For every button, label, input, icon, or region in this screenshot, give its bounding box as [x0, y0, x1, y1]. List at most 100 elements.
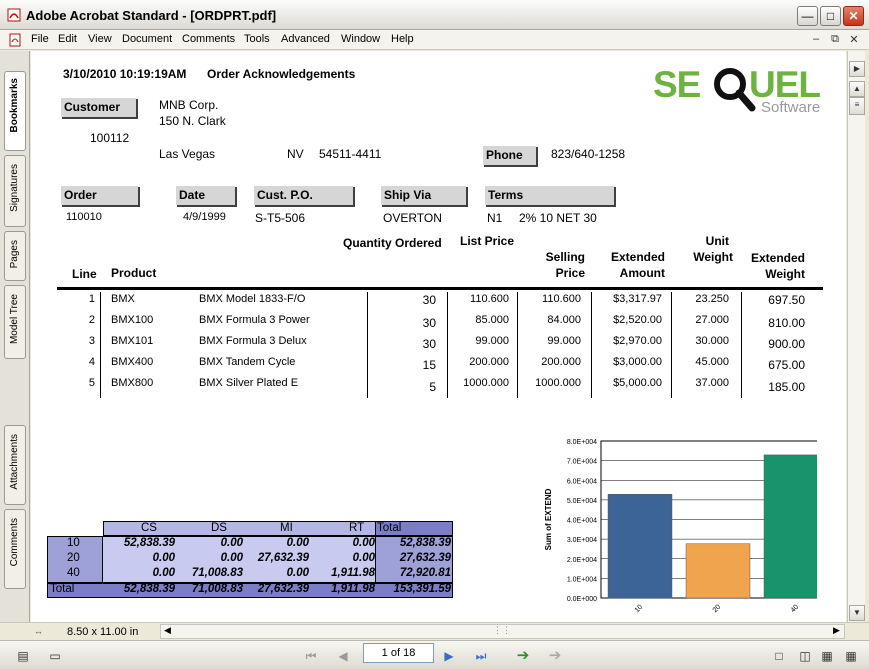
row-extended-amount: $3,317.97 [613, 293, 662, 305]
menu-window[interactable]: Window [341, 33, 380, 45]
row-unit-weight: 30.000 [695, 335, 729, 347]
y-tick-label: 6.0E+004 [567, 478, 597, 485]
continuous-facing-icon[interactable]: ▦ [842, 647, 860, 665]
row-extended-weight: 810.00 [768, 316, 805, 330]
menu-comments[interactable]: Comments [182, 33, 235, 45]
row-extended-amount: $3,000.00 [613, 356, 662, 368]
first-page-icon[interactable]: ⏮ [302, 647, 320, 665]
scroll-down-icon[interactable]: ▼ [849, 605, 865, 621]
resize-arrows-icon[interactable]: ↔ [34, 626, 43, 636]
navigation-panel: Bookmarks Signatures Pages Model Tree At… [0, 51, 30, 622]
pivot-cell: 27,632.39 [257, 583, 309, 595]
pivot-cell: 1,911.98 [331, 583, 375, 595]
col-price: Price [555, 266, 585, 280]
single-page-icon[interactable]: □ [770, 647, 788, 665]
pivot-cell: 52,838.39 [399, 537, 451, 549]
menu-advanced[interactable]: Advanced [281, 33, 330, 45]
row-unit-weight: 37.000 [695, 377, 729, 389]
last-page-icon[interactable]: ⏭ [472, 647, 490, 665]
row-product: BMX400 [111, 356, 154, 368]
page-number-field[interactable]: 1 of 18 [363, 643, 434, 663]
tab-signatures[interactable]: Signatures [4, 155, 26, 227]
next-page-icon[interactable]: ▶ [440, 647, 458, 665]
customer-city: Las Vegas [159, 147, 216, 161]
tab-model-tree[interactable]: Model Tree [4, 285, 26, 359]
scroll-grip-icon[interactable]: ⋮⋮ [493, 625, 511, 636]
row-description: BMX Tandem Cycle [199, 356, 296, 368]
previous-page-icon[interactable]: ◀ [334, 647, 352, 665]
monitor-icon[interactable]: ▤ [14, 647, 32, 665]
horizontal-scrollbar[interactable]: ◀ ⋮⋮ ▶ [160, 624, 845, 639]
report-heading: Order Acknowledgements [207, 67, 356, 81]
tab-pages[interactable]: Pages [4, 231, 26, 281]
pivot-cell: 52,838.39 [123, 537, 175, 549]
go-back-icon[interactable]: ➔ [514, 647, 532, 665]
pivot-table: CS DS MI RT Total 10 52,838.39 0.00 0.00… [47, 521, 453, 598]
row-description: BMX Model 1833-F/O [199, 293, 306, 305]
date-label: Date [175, 185, 235, 205]
menu-tools[interactable]: Tools [244, 33, 270, 45]
tab-comments[interactable]: Comments [4, 509, 26, 589]
shipvia-value: OVERTON [383, 211, 442, 225]
pivot-cell: 0.00 [352, 537, 375, 549]
table-row: 2 BMX100 BMX Formula 3 Power 30 85.000 8… [31, 314, 831, 335]
row-qty: 30 [422, 316, 436, 330]
panel-icon[interactable]: ▭ [46, 647, 64, 665]
shipvia-label: Ship Via [380, 185, 466, 205]
col-unit: Unit [705, 234, 729, 248]
tab-bookmarks[interactable]: Bookmarks [4, 71, 26, 151]
pivot-row-label: 10 [67, 537, 80, 549]
continuous-page-icon[interactable]: ◫ [796, 647, 814, 665]
pivot-row-label: 40 [67, 567, 80, 579]
maximize-button[interactable]: □ [820, 6, 841, 26]
pivot-row-label: 20 [67, 552, 80, 564]
menu-view[interactable]: View [88, 33, 112, 45]
vertical-scrollbar[interactable]: ▶ ▲ ≡ ▼ [847, 51, 865, 622]
menu-edit[interactable]: Edit [58, 33, 77, 45]
document-icon[interactable] [8, 33, 22, 47]
tab-attachments[interactable]: Attachments [4, 425, 26, 505]
bar-40 [763, 454, 817, 599]
table-row: 3 BMX101 BMX Formula 3 Delux 30 99.000 9… [31, 335, 831, 356]
row-list-price: 200.000 [469, 356, 509, 368]
facing-pages-icon[interactable]: ▦ [818, 647, 836, 665]
pivot-cell: 0.00 [220, 552, 243, 564]
minimize-button[interactable]: — [797, 6, 818, 26]
logo-subtitle: Software [761, 99, 821, 116]
table-row: Total 52,838.39 71,008.83 27,632.39 1,91… [47, 583, 453, 598]
scroll-thumb[interactable]: ≡ [849, 97, 865, 115]
row-selling-price: 200.000 [541, 356, 581, 368]
doc-minimize-button[interactable]: – [808, 33, 824, 45]
customer-address: 150 N. Clark [159, 114, 226, 128]
doc-restore-button[interactable]: ⧉ [827, 33, 843, 46]
phone-label: Phone [482, 145, 536, 165]
row-qty: 15 [422, 358, 436, 372]
menu-document[interactable]: Document [122, 33, 172, 45]
doc-close-button[interactable]: ✕ [846, 33, 862, 46]
scroll-up-icon[interactable]: ▲ [849, 81, 865, 97]
terms-value: 2% 10 NET 30 [519, 211, 597, 225]
row-extended-weight: 697.50 [768, 293, 805, 307]
pivot-cell: 72,920.81 [399, 567, 451, 579]
go-forward-icon[interactable]: ➔ [546, 647, 564, 665]
row-list-price: 110.600 [470, 293, 509, 305]
row-unit-weight: 23.250 [695, 293, 729, 305]
menu-help[interactable]: Help [391, 33, 414, 45]
menu-file[interactable]: File [31, 33, 49, 45]
col-list-price: List Price [460, 234, 515, 248]
panel-toggle-icon[interactable]: ▶ [849, 61, 865, 77]
customer-name: MNB Corp. [159, 98, 219, 112]
col-ext-weight-2: Weight [765, 267, 805, 281]
row-selling-price: 1000.000 [535, 377, 581, 389]
terms-label: Terms [484, 185, 614, 205]
row-list-price: 99.000 [475, 335, 509, 347]
scroll-left-icon[interactable]: ◀ [164, 625, 171, 636]
row-extended-amount: $2,520.00 [613, 314, 662, 326]
pivot-cell: 71,008.83 [191, 567, 243, 579]
table-row: 4 BMX400 BMX Tandem Cycle 15 200.000 200… [31, 356, 831, 377]
pivot-cell: 27,632.39 [257, 552, 309, 564]
menu-bar: File Edit View Document Comments Tools A… [0, 30, 869, 50]
date-value: 4/9/1999 [183, 211, 226, 223]
close-button[interactable]: ✕ [843, 6, 864, 26]
scroll-right-icon[interactable]: ▶ [833, 625, 840, 636]
